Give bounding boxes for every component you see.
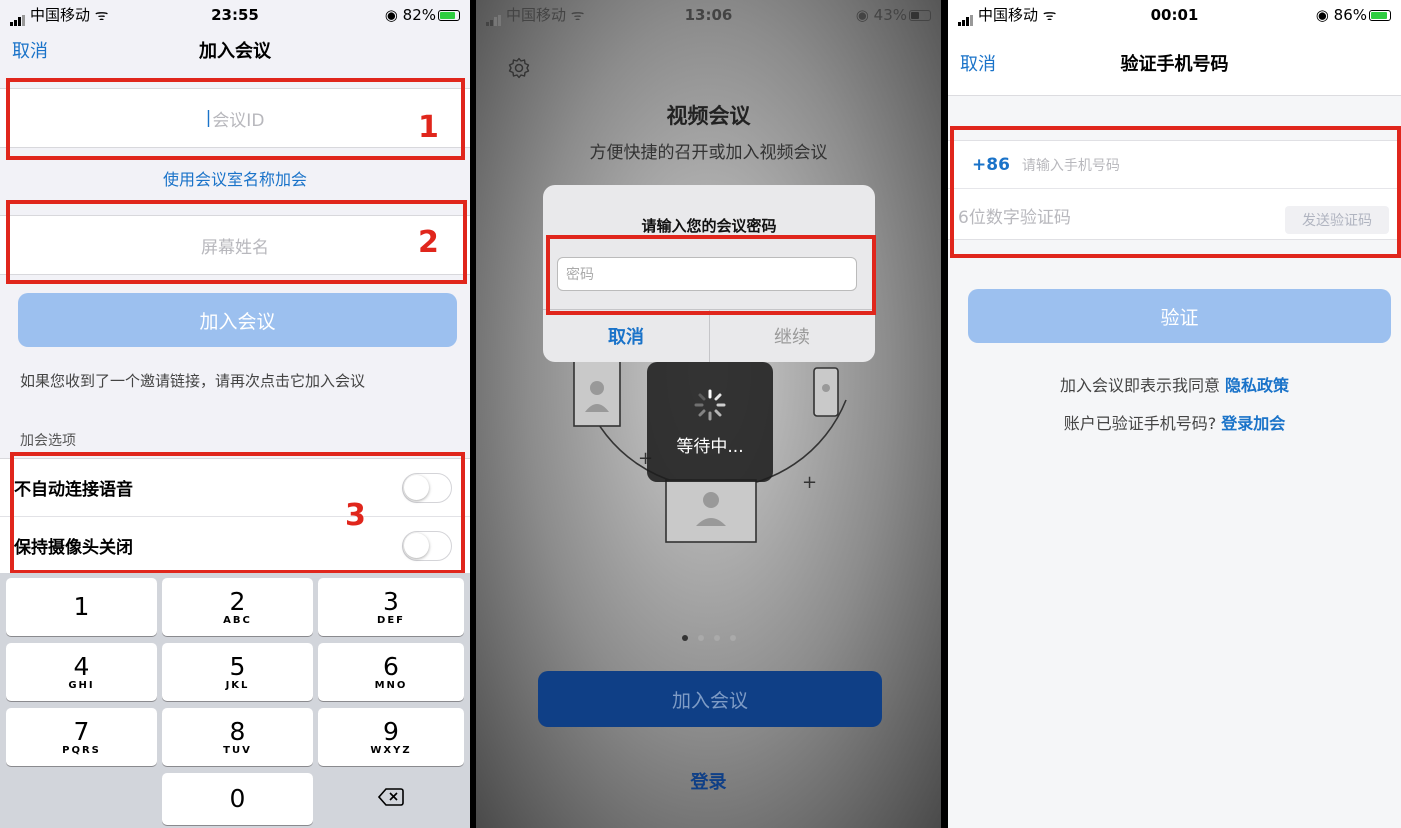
video-meeting-screen: 中国移动 ᯤ 13:06 ◉ 43% 视频会议 方便快捷的召开或加入视频会议 +… (476, 0, 941, 828)
battery-percent: 82% (402, 6, 436, 24)
wifi-icon: ᯤ (94, 6, 109, 24)
callout-1: 1 (418, 110, 439, 145)
key-4[interactable]: 4 GHI (6, 643, 157, 701)
key-6[interactable]: 6 MNO (318, 643, 464, 701)
battery-percent: 43% (873, 6, 907, 24)
page-indicator (476, 626, 941, 645)
signal-icon (10, 8, 26, 26)
numeric-keypad: 1 2 ABC 3 DEF 4 GHI 5 JKL 6 MNO 7 PQRS 8 TUV 9W… (0, 573, 470, 828)
join-meeting-button[interactable]: 加入会议 (18, 293, 457, 347)
loading-text: 等待中... (676, 436, 744, 457)
cancel-button[interactable]: 取消 (12, 37, 48, 63)
settings-gear-icon[interactable] (508, 57, 530, 79)
invite-hint: 如果您收到了一个邀请链接，请再次点击它加入会议 (20, 372, 366, 390)
key-3[interactable]: 3 DEF (318, 578, 464, 636)
key-5[interactable]: 5 JKL (162, 643, 313, 701)
key-blank (6, 773, 157, 825)
status-bar: 中国移动 ᯤ 23:55 ◉ 82% (0, 0, 470, 30)
callout-2: 2 (418, 225, 439, 260)
dialog-continue-button[interactable]: 继续 (709, 309, 875, 362)
delete-key-icon (377, 787, 404, 811)
page-dot (681, 635, 688, 641)
carrier-label: 中国移动 (506, 6, 567, 24)
key-7[interactable]: 7 PQRS (6, 708, 157, 766)
delete-key[interactable] (318, 773, 464, 825)
divider (941, 0, 948, 828)
page-title: 加入会议 (199, 41, 271, 62)
options-header: 加会选项 (20, 433, 76, 449)
highlight-box-phone (950, 126, 1401, 258)
location-icon: ◉ (384, 6, 398, 24)
battery-icon (1369, 10, 1391, 21)
page-dot (729, 635, 736, 641)
dialog-cancel-button[interactable]: 取消 (543, 309, 709, 362)
signal-icon (486, 8, 502, 26)
highlight-box-2 (6, 200, 467, 284)
spinner-icon (694, 389, 726, 420)
highlight-box-password (546, 235, 876, 315)
room-name-link[interactable]: 使用会议室名称加会 (0, 166, 470, 190)
verified-text: 账户已验证手机号码? (1063, 414, 1217, 433)
page-dot (713, 635, 720, 641)
app-subtitle: 方便快捷的召开或加入视频会议 (589, 143, 828, 163)
svg-text:+: + (802, 472, 817, 493)
join-meeting-button[interactable]: 加入会议 (538, 671, 882, 727)
agree-text: 加入会议即表示我同意 (1059, 376, 1220, 395)
app-title: 视频会议 (666, 104, 751, 128)
dialog-title: 请输入您的会议密码 (641, 217, 777, 235)
wifi-icon: ᯤ (1042, 6, 1057, 24)
battery-icon (438, 10, 460, 21)
page-title: 验证手机号码 (1120, 53, 1229, 75)
login-join-link[interactable]: 登录加会 (1221, 414, 1285, 433)
page-dot (697, 635, 704, 641)
privacy-policy-link[interactable]: 隐私政策 (1225, 376, 1289, 395)
verify-button[interactable]: 验证 (968, 289, 1391, 343)
cancel-button[interactable]: 取消 (960, 50, 996, 76)
join-meeting-screen: 中国移动 ᯤ 23:55 ◉ 82% 取消 加入会议 | 会议ID 1 使用会议室… (0, 0, 470, 828)
status-bar: 中国移动 ᯤ 00:01 ◉ 86% (948, 0, 1401, 30)
key-9[interactable]: 9 WXYZ (318, 708, 464, 766)
key-2[interactable]: 2 ABC (162, 578, 313, 636)
clock: 13:06 (684, 6, 733, 24)
clock: 23:55 (211, 6, 259, 24)
nav-bar: 取消 验证手机号码 (948, 30, 1401, 96)
battery-icon (909, 10, 931, 21)
carrier-label: 中国移动 (978, 6, 1039, 24)
loading-toast: 等待中... (647, 362, 773, 482)
highlight-box-1 (6, 78, 465, 160)
verify-phone-screen: 中国移动 ᯤ 00:01 ◉ 86% 取消 验证手机号码 +86 请输入手机号码… (948, 0, 1401, 828)
callout-3: 3 (345, 498, 366, 533)
key-0[interactable]: 0 (162, 773, 313, 825)
location-icon: ◉ (855, 6, 869, 24)
clock: 00:01 (1150, 6, 1199, 24)
nav-bar: 取消 加入会议 (0, 30, 470, 70)
location-icon: ◉ (1315, 6, 1329, 24)
key-1[interactable]: 1 (6, 578, 157, 636)
highlight-box-3 (10, 452, 465, 574)
status-bar: 中国移动 ᯤ 13:06 ◉ 43% (476, 0, 941, 30)
wifi-icon: ᯤ (570, 6, 585, 24)
key-8[interactable]: 8 TUV (162, 708, 313, 766)
login-link[interactable]: 登录 (476, 768, 941, 794)
carrier-label: 中国移动 (30, 6, 91, 24)
signal-icon (958, 8, 974, 26)
battery-percent: 86% (1333, 6, 1367, 24)
